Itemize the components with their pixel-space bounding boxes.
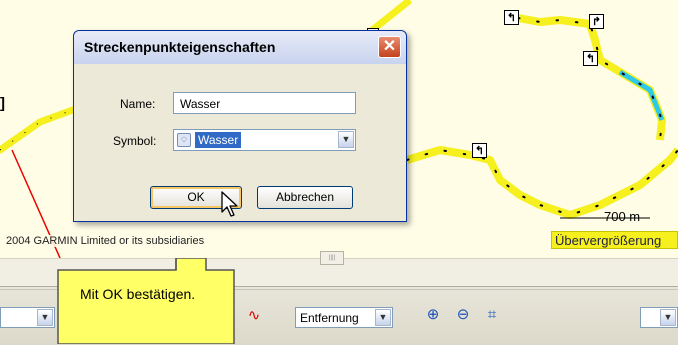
close-icon[interactable]: ✕ [378, 36, 401, 58]
name-field[interactable]: Wasser [173, 92, 356, 114]
chevron-down-icon[interactable]: ▼ [37, 309, 53, 326]
zoom-status-label: Übervergrößerung [551, 231, 678, 249]
waypoint-properties-dialog: Streckenpunkteigenschaften ✕ Name: Wasse… [73, 30, 407, 222]
dialog-body: Name: Wasser Symbol: ◌ Wasser ▼ OK Abbre… [78, 64, 402, 217]
turn-left-icon: ↰ [504, 10, 519, 25]
symbol-label: Symbol: [113, 134, 157, 148]
zoom-in-icon[interactable]: ⊕ [424, 306, 442, 324]
chevron-down-icon[interactable]: ▼ [660, 309, 676, 326]
mouse-cursor-icon [221, 191, 238, 217]
distance-label: 700 m [604, 209, 641, 224]
turn-left-icon: ↰ [583, 51, 598, 66]
map-copyright: 2004 GARMIN Limited or its subsidiaries [6, 235, 205, 247]
measure-select-value: Entfernung [300, 311, 359, 325]
water-symbol-icon: ◌ [177, 133, 191, 147]
graph-icon[interactable]: ∿ [245, 307, 263, 325]
symbol-select-value: Wasser [195, 132, 242, 148]
map-edge-bracket: ] [0, 95, 5, 112]
name-field-value: Wasser [180, 97, 221, 111]
right-dropdown[interactable]: ▼ [640, 307, 678, 328]
turn-right-icon: ↱ [589, 14, 604, 29]
dialog-titlebar[interactable]: Streckenpunkteigenschaften ✕ [74, 31, 406, 64]
name-label: Name: [120, 97, 156, 111]
turn-left-icon: ↰ [472, 143, 487, 158]
callout-text: Mit OK bestätigen. [80, 286, 196, 302]
chevron-down-icon[interactable]: ▼ [375, 309, 391, 326]
dialog-title: Streckenpunkteigenschaften [84, 39, 276, 55]
zoom-out-icon[interactable]: ⊖ [454, 306, 472, 324]
zoom-fit-icon[interactable]: ⌗ [483, 306, 501, 324]
measure-select[interactable]: Entfernung ▼ [295, 307, 393, 328]
splitter-grip[interactable]: |||| [320, 251, 344, 265]
symbol-select[interactable]: ◌ Wasser ▼ [173, 129, 356, 151]
left-dropdown[interactable]: ▼ [0, 307, 55, 328]
cancel-button[interactable]: Abbrechen [257, 186, 353, 209]
chevron-down-icon[interactable]: ▼ [338, 131, 354, 148]
